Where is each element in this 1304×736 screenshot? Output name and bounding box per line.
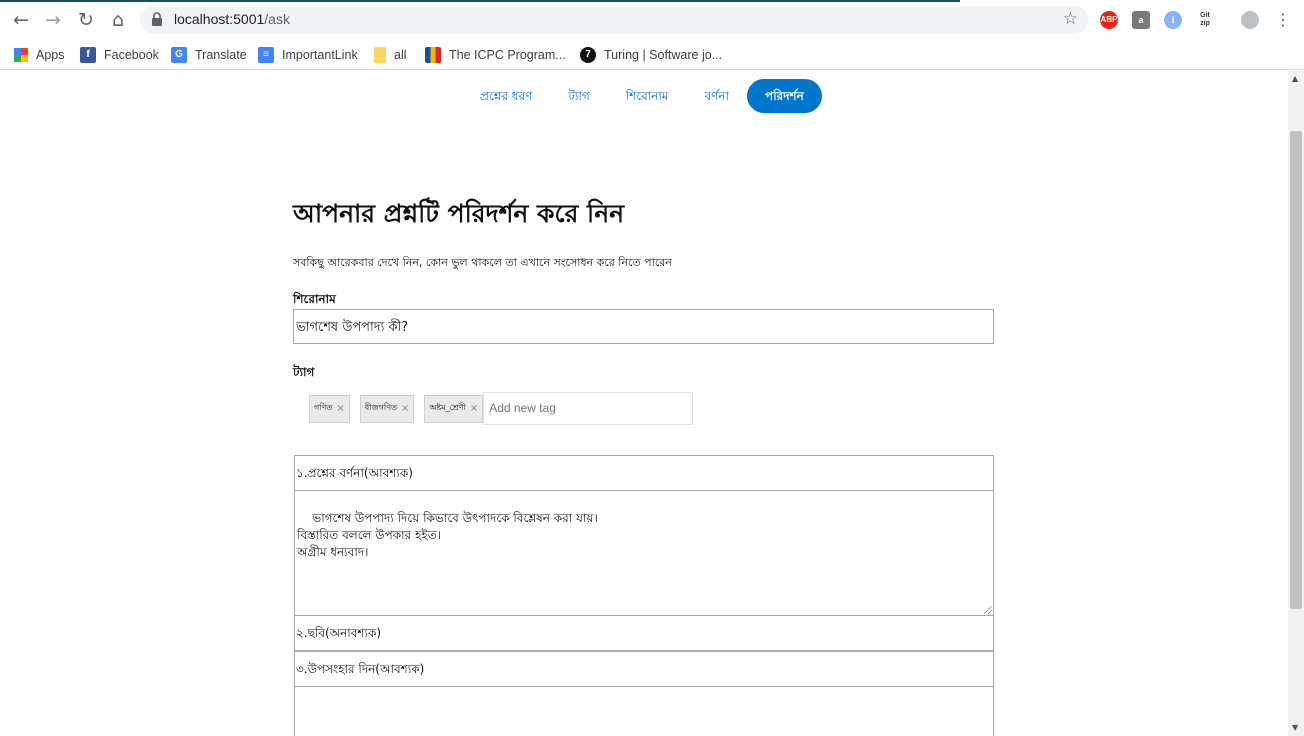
bookmark-label: all [394, 48, 407, 62]
translate-icon: G [171, 47, 187, 63]
step-review[interactable]: পরিদর্শন [747, 79, 822, 113]
bookmark-icpc[interactable]: The ICPC Program... [425, 45, 566, 65]
page-subtitle: সবকিছু আরেকবার দেখে নিন, কোন ভুল থাকলে ত… [293, 256, 672, 269]
tags-label: ট্যাগ [293, 365, 315, 379]
remove-tag-icon[interactable]: × [336, 403, 344, 414]
lock-icon [152, 12, 162, 26]
bookmark-apps[interactable]: Apps [14, 45, 65, 65]
bookmarks-bar: Apps f Facebook G Translate ≡ ImportantL… [0, 40, 1304, 70]
remove-tag-icon[interactable]: × [470, 403, 478, 414]
turing-icon: 7 [580, 47, 596, 63]
facebook-icon: f [80, 47, 96, 63]
bookmark-star-icon[interactable]: ☆ [1063, 9, 1078, 29]
tab-strip-edge [0, 0, 960, 2]
url-text: localhost:5001/ask [174, 11, 290, 27]
image-section-header[interactable]: ২.ছবি(অনাবশ্যক) [294, 615, 994, 651]
address-bar[interactable]: localhost:5001/ask ☆ [140, 6, 1088, 34]
description-section-header: ১.প্রশ্নের বর্ণনা(আবশ্যক) [294, 455, 994, 491]
profile-avatar-icon[interactable] [1241, 11, 1259, 29]
title-label: শিরোনাম [293, 292, 336, 306]
add-tag-input[interactable]: Add new tag [483, 392, 694, 425]
page-content: প্রশ্নের ধরণ ট্যাগ শিরোনাম বর্ণনা পরিদর্… [0, 71, 1288, 736]
tag-chip[interactable]: অষ্টম_শ্রেণী × [424, 394, 484, 423]
bookmark-turing[interactable]: 7 Turing | Software jo... [580, 45, 722, 65]
reload-icon[interactable]: ↻ [75, 9, 97, 31]
browser-toolbar: ← → ↻ ⌂ localhost:5001/ask ☆ ABP a i Git… [0, 0, 1304, 40]
tag-text: গণিত [314, 403, 333, 412]
bookmark-all[interactable]: all [374, 45, 407, 65]
bookmark-importantlink[interactable]: ≡ ImportantLink [258, 45, 358, 65]
bookmark-label: Turing | Software jo... [604, 48, 723, 62]
home-icon[interactable]: ⌂ [107, 9, 129, 31]
folder-icon [374, 47, 386, 63]
bookmark-facebook[interactable]: f Facebook [80, 45, 159, 65]
adblock-extension-icon[interactable]: ABP [1100, 11, 1118, 29]
bookmark-label: Translate [195, 48, 247, 62]
doc-icon: ≡ [258, 47, 274, 63]
scroll-thumb[interactable] [1290, 131, 1302, 609]
tag-chip[interactable]: বীজগণিত × [359, 394, 415, 423]
step-question-type[interactable]: প্রশ্নের ধরণ [462, 79, 550, 113]
apps-grid-icon [14, 48, 28, 62]
bookmark-label: The ICPC Program... [449, 48, 566, 62]
icpc-icon [425, 47, 441, 63]
step-description[interactable]: বর্ণনা [686, 79, 747, 113]
tag-text: অষ্টম_শ্রেণী [429, 403, 466, 412]
step-title[interactable]: শিরোনাম [608, 79, 687, 113]
page-scrollbar[interactable]: ▲ ▼ [1288, 71, 1304, 736]
gitzip-extension-icon[interactable]: Git zip [1196, 11, 1214, 29]
bookmark-label: Facebook [104, 48, 159, 62]
info-extension-icon[interactable]: i [1164, 11, 1182, 29]
url-path: /ask [264, 11, 290, 27]
description-textarea[interactable]: ভাগশেষ উপপাদ্য দিয়ে কিভাবে উৎপাদকে বিশ্… [294, 490, 994, 616]
step-tags[interactable]: ট্যাগ [550, 79, 607, 113]
scroll-down-arrow-icon[interactable]: ▼ [1292, 723, 1298, 732]
title-input[interactable]: ভাগশেষ উপপাদ্য কী? [293, 309, 994, 344]
remove-tag-icon[interactable]: × [401, 403, 409, 414]
scroll-up-arrow-icon[interactable]: ▲ [1292, 74, 1298, 83]
step-navigation: প্রশ্নের ধরণ ট্যাগ শিরোনাম বর্ণনা পরিদর্… [462, 79, 822, 113]
resize-grip-icon[interactable] [984, 606, 992, 614]
bookmark-label: Apps [36, 48, 65, 62]
menu-kebab-icon[interactable]: ⋮ [1272, 9, 1294, 31]
back-icon[interactable]: ← [10, 9, 32, 31]
url-host: localhost:5001 [174, 11, 265, 27]
summary-textarea[interactable] [294, 686, 994, 736]
page-title: আপনার প্রশ্নটি পরিদর্শন করে নিন [293, 199, 625, 228]
summary-section-header: ৩.উপসংহার দিন(আবশ্যক) [294, 651, 994, 687]
description-text: ভাগশেষ উপপাদ্য দিয়ে কিভাবে উৎপাদকে বিশ্… [297, 511, 598, 559]
bookmark-label: ImportantLink [282, 48, 358, 62]
tag-text: বীজগণিত [364, 403, 398, 412]
forward-icon[interactable]: → [42, 9, 64, 31]
tag-chip[interactable]: গণিত × [309, 394, 350, 423]
amazon-extension-icon[interactable]: a [1132, 11, 1150, 29]
tag-editor: গণিত × বীজগণিত × অষ্টম_শ্রেণী × Add new … [309, 392, 694, 425]
bookmark-translate[interactable]: G Translate [171, 45, 247, 65]
